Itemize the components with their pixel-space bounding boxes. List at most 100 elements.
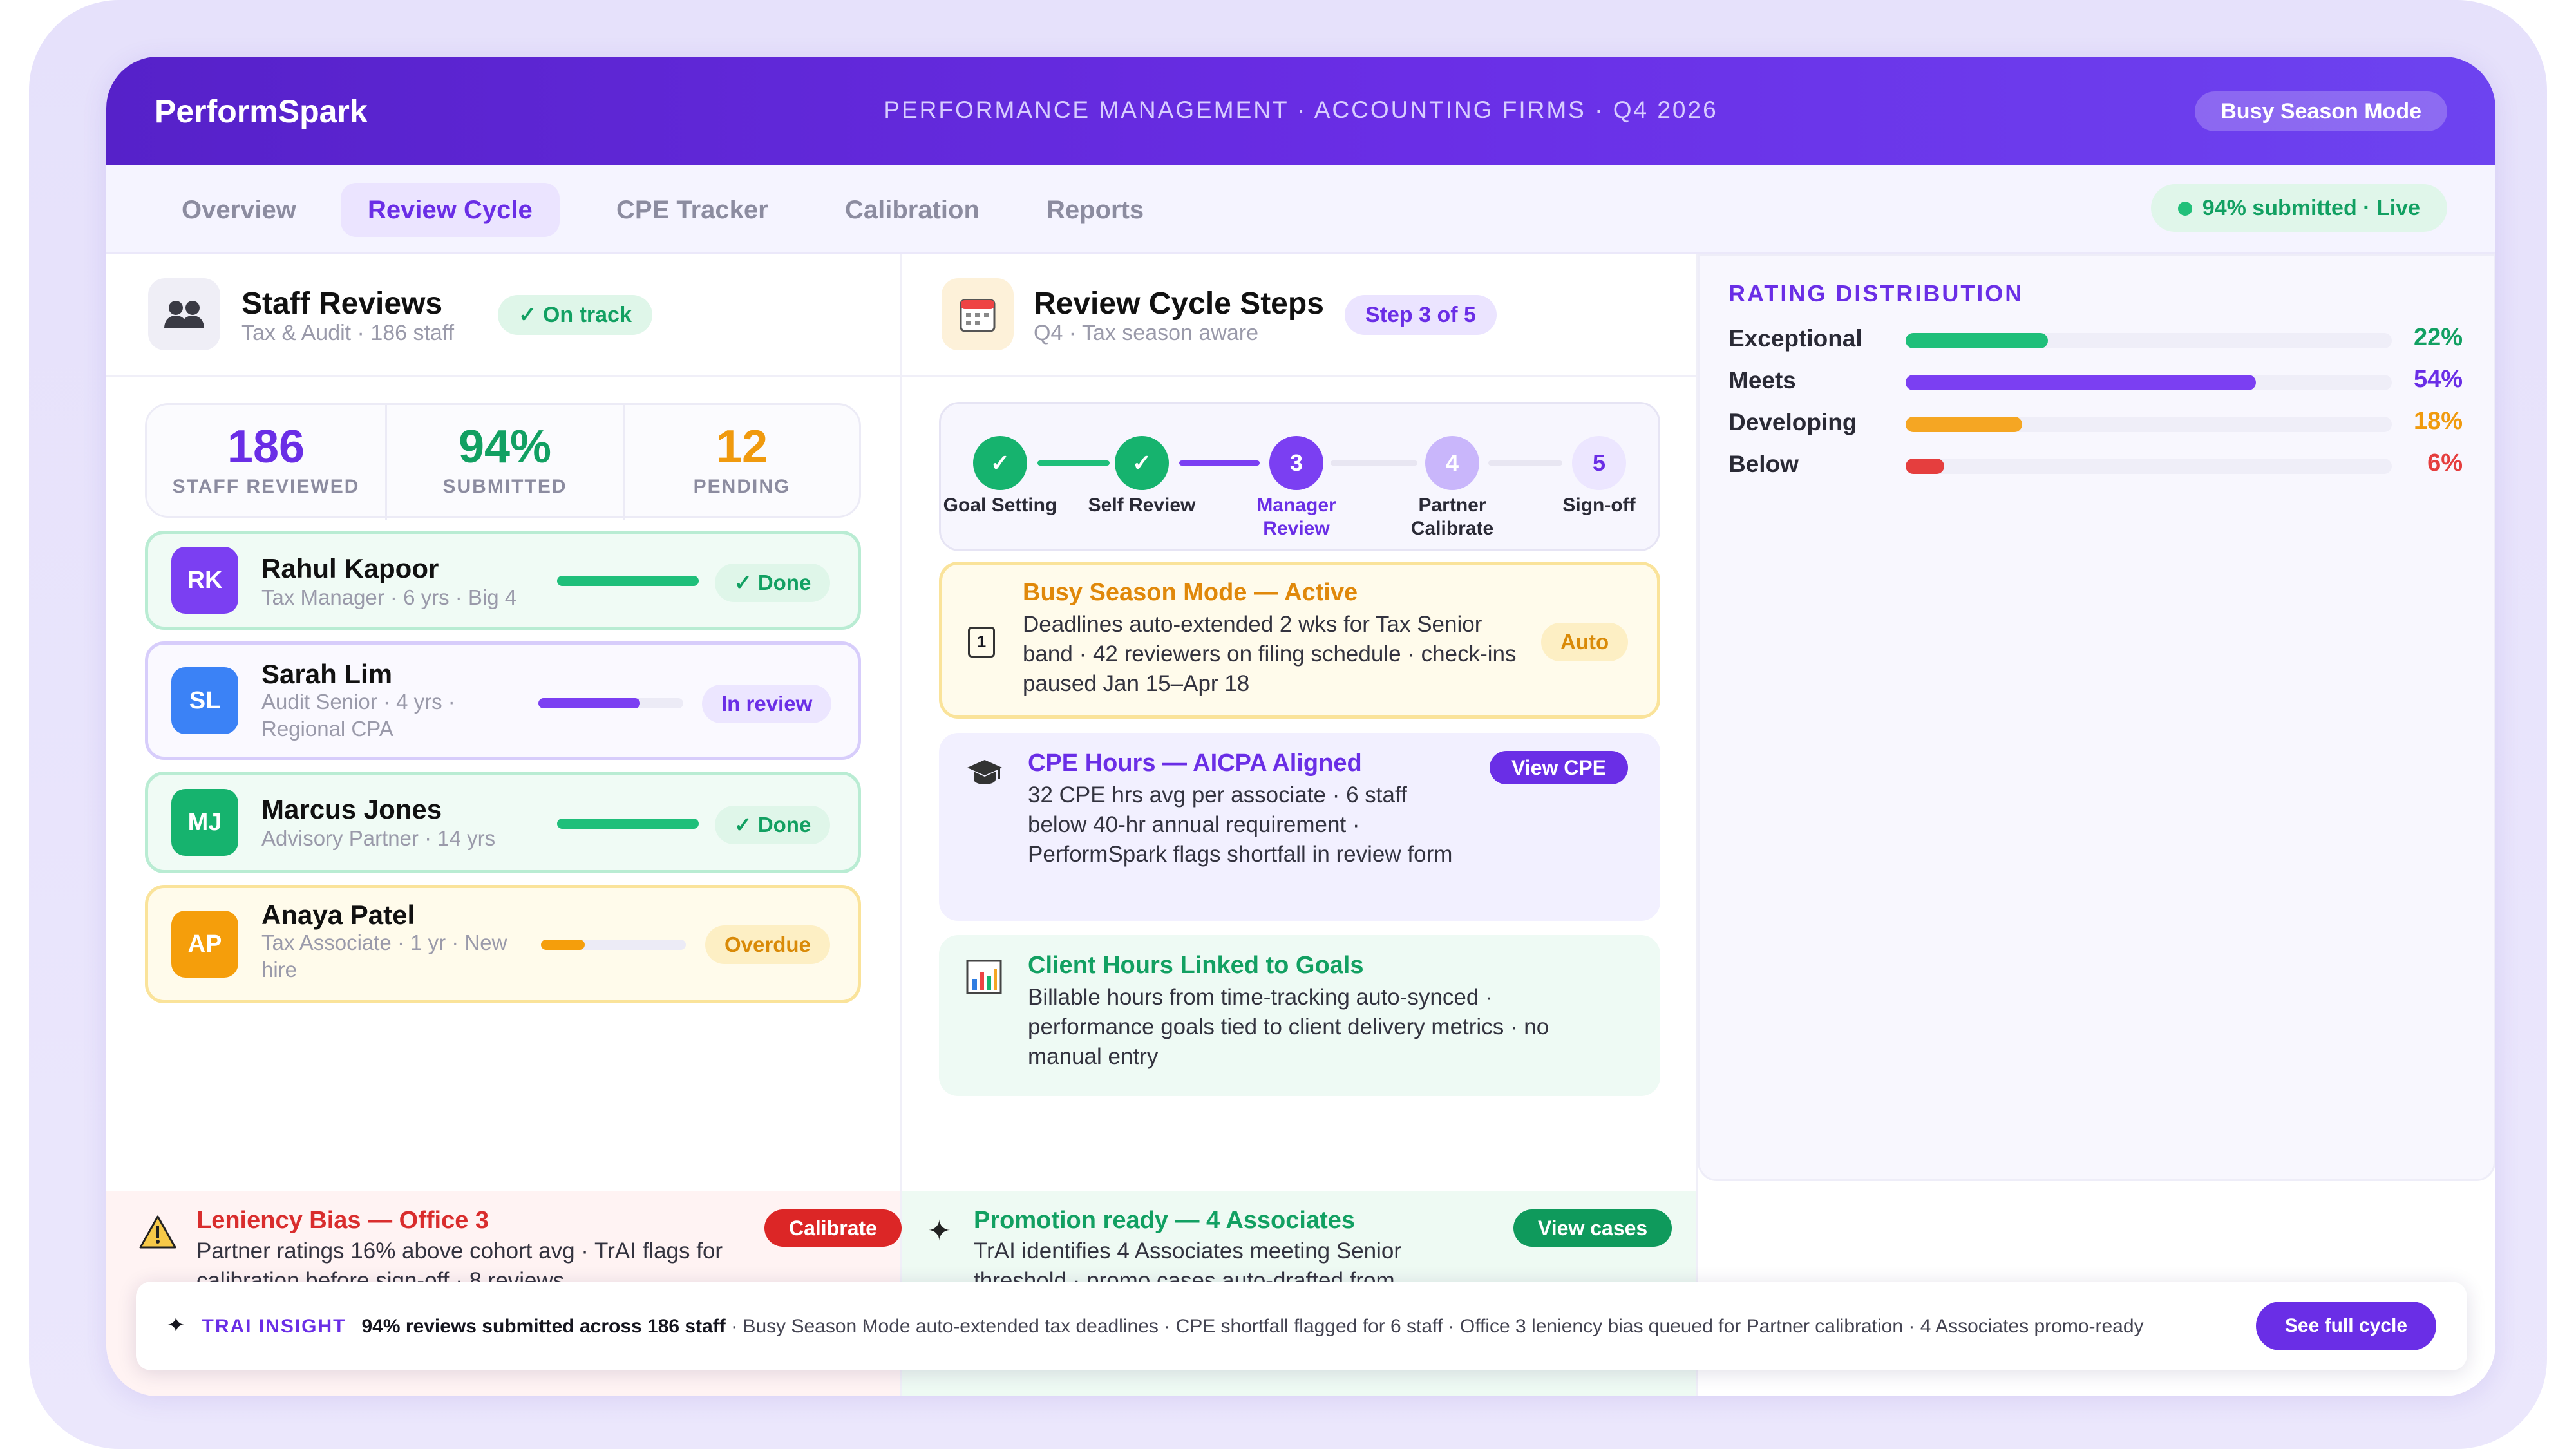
busy-season-mode-button[interactable]: Busy Season Mode (2195, 91, 2447, 131)
section-divider (106, 375, 900, 377)
rating-label: Meets (1728, 367, 1796, 393)
progress-bar (557, 819, 699, 829)
busy-season-title: Busy Season Mode — Active (1023, 579, 1358, 606)
cpe-hours-card: CPE Hours — AICPA Aligned 32 CPE hrs avg… (939, 733, 1660, 921)
busy-season-card: 1 Busy Season Mode — Active Deadlines au… (939, 562, 1660, 719)
rating-fill (1906, 333, 2049, 348)
graduation-cap-icon (967, 760, 1002, 784)
staff-row[interactable]: MJ Marcus Jones Advisory Partner · 14 yr… (145, 772, 861, 873)
step-connector (1488, 460, 1562, 466)
rating-label: Developing (1728, 409, 1857, 435)
step-label: Self Review (1088, 495, 1196, 516)
insight-highlight: 94% reviews submitted across 186 staff (361, 1316, 726, 1337)
rating-track (1906, 375, 2392, 390)
rating-fill (1906, 375, 2256, 390)
see-full-cycle-button[interactable]: See full cycle (2255, 1302, 2436, 1350)
step-sign-off[interactable]: 5 (1572, 436, 1626, 490)
step-label: Partner Calibrate (1410, 495, 1494, 539)
client-hours-description: Billable hours from time-tracking auto-s… (1028, 985, 1549, 1069)
progress-bar (538, 698, 683, 708)
promotion-ready-title: Promotion ready — 4 Associates (974, 1207, 1356, 1234)
step-connector (1179, 460, 1260, 466)
tab-reports[interactable]: Reports (1019, 183, 1171, 237)
step-label: Manager Review (1256, 495, 1336, 539)
live-dot-icon (2177, 202, 2192, 216)
status-badge: In review (702, 685, 832, 723)
view-cpe-button[interactable]: View CPE (1490, 751, 1629, 784)
rating-percent: 22% (2413, 324, 2463, 351)
staff-meta: Advisory Partner · 14 yrs (261, 826, 496, 850)
step-manager-review[interactable]: 3 (1269, 436, 1323, 490)
tab-overview[interactable]: Overview (155, 183, 323, 237)
calendar-icon (942, 278, 1014, 350)
stats-summary: 186 STAFF REVIEWED 94% SUBMITTED 12 PEND… (145, 403, 861, 520)
step-label: Goal Setting (943, 495, 1057, 516)
staff-name: Anaya Patel (261, 900, 415, 930)
stat-pending: 12 PENDING (693, 421, 791, 497)
tab-review-cycle[interactable]: Review Cycle (341, 183, 560, 237)
stat-submitted: 94% SUBMITTED (442, 421, 567, 497)
progress-fill (557, 576, 699, 586)
avatar: MJ (171, 789, 238, 856)
staff-row[interactable]: SL Sarah Lim Audit Senior · 4 yrs · Regi… (145, 641, 861, 760)
staff-meta: Audit Senior · 4 yrs · Regional CPA (261, 690, 455, 741)
rating-percent: 6% (2427, 450, 2463, 477)
rating-row: Below 6% (1728, 446, 2463, 484)
progress-fill (557, 819, 699, 829)
step-goal-setting-check-icon[interactable]: ✓ (973, 436, 1027, 490)
tab-bar: Overview Review Cycle CPE Tracker Calibr… (106, 165, 2496, 254)
busy-season-description: Deadlines auto-extended 2 wks for Tax Se… (1023, 612, 1517, 696)
top-header: PerformSpark PERFORMANCE MANAGEMENT · AC… (106, 57, 2496, 165)
status-badge: ✓ Done (715, 806, 831, 844)
progress-fill (541, 940, 585, 950)
step-self-review-check-icon[interactable]: ✓ (1115, 436, 1169, 490)
avatar: AP (171, 911, 238, 978)
tab-cpe-tracker[interactable]: CPE Tracker (589, 183, 795, 237)
auto-tag: Auto (1541, 623, 1629, 661)
insight-label: TRAI INSIGHT (202, 1316, 346, 1337)
tab-calibration[interactable]: Calibration (818, 183, 1007, 237)
rating-row: Meets 54% (1728, 362, 2463, 401)
rating-fill (1906, 459, 1945, 474)
rating-track (1906, 459, 2392, 474)
staff-row[interactable]: AP Anaya Patel Tax Associate · 1 yr · Ne… (145, 885, 861, 1003)
leniency-bias-title: Leniency Bias — Office 3 (196, 1207, 489, 1234)
status-badge: ✓ Done (715, 564, 831, 602)
step-connector (1331, 460, 1417, 466)
step-tracker: ✓ Goal Setting ✓ Self Review 3 Manager R… (939, 402, 1660, 551)
staff-meta: Tax Associate · 1 yr · New hire (261, 931, 507, 981)
avatar: RK (171, 547, 238, 614)
progress-bar (541, 940, 686, 950)
rating-percent: 18% (2413, 408, 2463, 435)
rating-track (1906, 417, 2392, 432)
bar-chart-icon (966, 960, 1002, 994)
client-hours-card: Client Hours Linked to Goals Billable ho… (939, 935, 1660, 1096)
rating-distribution-panel: RATING DISTRIBUTION Exceptional 22% Meet… (1698, 254, 2496, 1181)
rating-row: Developing 18% (1728, 404, 2463, 442)
avatar: SL (171, 667, 238, 734)
stat-staff-reviewed: 186 STAFF REVIEWED (172, 421, 360, 497)
on-track-badge: ✓ On track (498, 295, 652, 335)
staff-meta: Tax Manager · 6 yrs · Big 4 (261, 585, 517, 609)
rating-percent: 54% (2413, 366, 2463, 393)
calibrate-button[interactable]: Calibrate (764, 1209, 902, 1247)
staff-row[interactable]: RK Rahul Kapoor Tax Manager · 6 yrs · Bi… (145, 531, 861, 630)
progress-fill (538, 698, 640, 708)
step-count-badge: Step 3 of 5 (1345, 295, 1497, 335)
step-label: Sign-off (1562, 495, 1636, 516)
staff-reviews-subtitle: Tax & Audit · 186 staff (242, 321, 455, 345)
trai-insight-bar: ✦ TRAI INSIGHT 94% reviews submitted acros… (136, 1282, 2467, 1370)
rating-track (1906, 333, 2392, 348)
review-cycle-title: Review Cycle Steps (1034, 287, 1324, 321)
rating-fill (1906, 417, 2023, 432)
step-connector (1037, 460, 1110, 466)
cpe-hours-description: 32 CPE hrs avg per associate · 6 staff b… (1028, 782, 1453, 867)
step-partner-calibrate[interactable]: 4 (1425, 436, 1479, 490)
insight-details: · Busy Season Mode auto-extended tax dea… (725, 1316, 2144, 1337)
cpe-hours-title: CPE Hours — AICPA Aligned (1028, 750, 1362, 777)
insight-text: ✦ TRAI INSIGHT 94% reviews submitted acros… (167, 1312, 2144, 1338)
rating-label: Exceptional (1728, 325, 1862, 352)
view-cases-button[interactable]: View cases (1513, 1209, 1672, 1247)
progress-bar (557, 576, 699, 586)
staff-group-icon (148, 278, 220, 350)
